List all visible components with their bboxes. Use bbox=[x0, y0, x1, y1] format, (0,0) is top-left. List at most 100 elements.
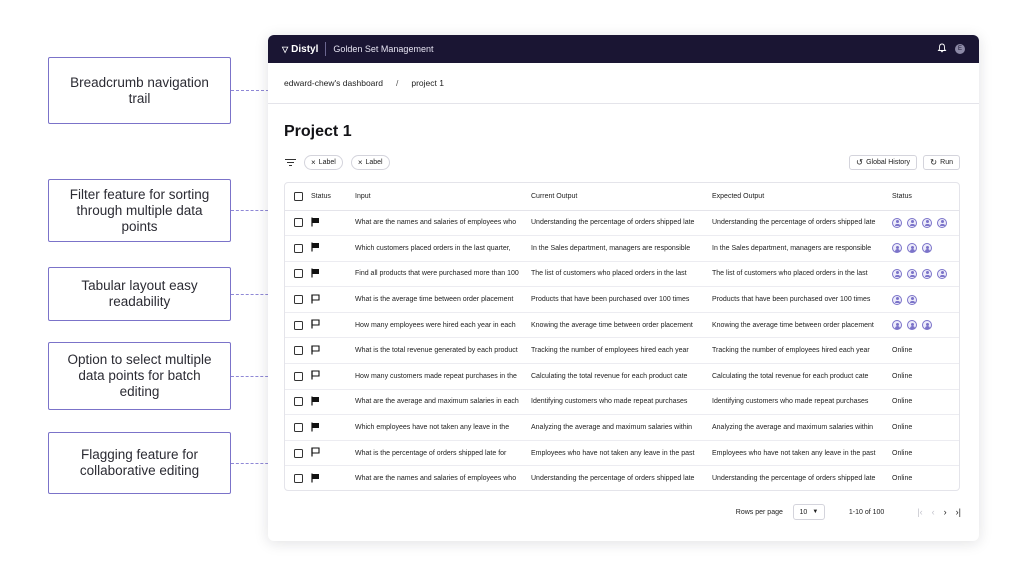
flag-outline-icon[interactable] bbox=[311, 345, 320, 355]
table-row[interactable]: What are the names and salaries of emplo… bbox=[285, 210, 959, 237]
current-output-cell: Understanding the percentage of orders s… bbox=[531, 210, 712, 237]
table-row[interactable]: What is the percentage of orders shipped… bbox=[285, 440, 959, 467]
flag-filled-icon[interactable] bbox=[311, 473, 320, 483]
row-checkbox[interactable] bbox=[294, 243, 303, 253]
flag-outline-icon[interactable] bbox=[311, 294, 320, 304]
run-button[interactable]: ↻ Run bbox=[923, 155, 960, 170]
row-checkbox[interactable] bbox=[294, 320, 303, 330]
expected-output-cell: The list of customers who placed orders … bbox=[712, 261, 892, 288]
select-all-checkbox[interactable] bbox=[294, 191, 303, 201]
filter-chip[interactable]: × Label bbox=[304, 155, 343, 170]
table-row[interactable]: What are the average and maximum salarie… bbox=[285, 389, 959, 416]
row-checkbox[interactable] bbox=[294, 218, 303, 228]
first-page-icon[interactable]: |‹ bbox=[917, 507, 922, 517]
status-cell: Online bbox=[892, 389, 959, 416]
reviewer-avatar-icon[interactable] bbox=[922, 268, 932, 279]
row-checkbox[interactable] bbox=[294, 423, 303, 433]
reviewer-avatar-icon[interactable] bbox=[922, 243, 932, 254]
prev-page-icon[interactable]: ‹ bbox=[932, 507, 935, 517]
page-title: Project 1 bbox=[284, 123, 352, 140]
table-row[interactable]: What are the names and salaries of emplo… bbox=[285, 466, 959, 490]
column-header-input[interactable]: Input bbox=[355, 183, 531, 211]
flag-filled-icon[interactable] bbox=[311, 422, 320, 432]
table-row[interactable]: How many employees were hired each year … bbox=[285, 312, 959, 339]
row-checkbox[interactable] bbox=[294, 448, 303, 458]
input-cell: Which customers placed orders in the las… bbox=[355, 235, 531, 262]
expected-output-cell: Calculating the total revenue for each p… bbox=[712, 363, 892, 390]
row-checkbox[interactable] bbox=[294, 397, 303, 407]
reviewer-avatar-icon[interactable] bbox=[892, 294, 902, 305]
column-header-expected-output[interactable]: Expected Output bbox=[712, 183, 892, 211]
input-cell: What is the percentage of orders shipped… bbox=[355, 440, 531, 467]
reviewer-avatar-icon[interactable] bbox=[907, 320, 917, 331]
breadcrumb-current[interactable]: project 1 bbox=[411, 78, 444, 88]
table-row[interactable]: Find all products that were purchased mo… bbox=[285, 261, 959, 288]
reviewer-avatar-icon[interactable] bbox=[937, 268, 947, 279]
reviewer-avatar-icon[interactable] bbox=[907, 268, 917, 279]
breadcrumb-dashboard-link[interactable]: edward-chew's dashboard bbox=[284, 78, 383, 88]
flag-filled-icon[interactable] bbox=[311, 268, 320, 278]
row-checkbox[interactable] bbox=[294, 346, 303, 356]
table-row[interactable]: How many customers made repeat purchases… bbox=[285, 363, 959, 390]
row-checkbox[interactable] bbox=[294, 269, 303, 279]
reviewer-avatar-icon[interactable] bbox=[892, 268, 902, 279]
flag-outline-icon[interactable] bbox=[311, 319, 320, 329]
status-cell bbox=[892, 261, 959, 288]
current-output-cell: Calculating the total revenue for each p… bbox=[531, 363, 712, 390]
flag-filled-icon[interactable] bbox=[311, 217, 320, 227]
flag-outline-icon[interactable] bbox=[311, 447, 320, 457]
row-checkbox[interactable] bbox=[294, 474, 303, 484]
global-history-button[interactable]: ↺ Global History bbox=[848, 155, 918, 170]
table-row[interactable]: Which employees have not taken any leave… bbox=[285, 414, 959, 441]
reviewer-avatar-icon[interactable] bbox=[922, 320, 932, 331]
reviewer-avatar-icon[interactable] bbox=[907, 217, 917, 228]
expected-output-cell: Understanding the percentage of orders s… bbox=[712, 210, 892, 237]
current-output-cell: Products that have been purchased over 1… bbox=[531, 286, 712, 313]
callout-filter: Filter feature for sorting through multi… bbox=[48, 179, 231, 242]
current-output-cell: The list of customers who placed orders … bbox=[531, 261, 712, 288]
current-output-cell: Employees who have not taken any leave i… bbox=[531, 440, 712, 467]
row-checkbox[interactable] bbox=[294, 371, 303, 381]
reviewer-avatar-icon[interactable] bbox=[892, 243, 902, 254]
flag-filled-icon[interactable] bbox=[311, 396, 320, 406]
current-output-cell: Understanding the percentage of orders s… bbox=[531, 475, 695, 483]
reviewer-avatar-icon[interactable] bbox=[892, 217, 902, 228]
input-cell: How many employees were hired each year … bbox=[355, 312, 531, 339]
status-text: Online bbox=[892, 449, 913, 457]
flag-outline-icon[interactable] bbox=[311, 370, 320, 380]
bell-icon[interactable] bbox=[937, 43, 947, 56]
column-header-status[interactable]: Status bbox=[311, 183, 355, 211]
filter-chip[interactable]: × Label bbox=[350, 155, 390, 170]
close-icon[interactable]: × bbox=[358, 158, 363, 167]
expected-output-cell: In the Sales department, managers are re… bbox=[712, 235, 892, 262]
column-header-status-2[interactable]: Status bbox=[892, 183, 959, 211]
filter-icon[interactable] bbox=[284, 158, 296, 167]
row-checkbox[interactable] bbox=[294, 295, 303, 305]
status-cell bbox=[892, 286, 959, 313]
reviewer-avatar-icon[interactable] bbox=[907, 243, 917, 254]
reviewer-avatar-icon[interactable] bbox=[907, 294, 917, 305]
status-cell bbox=[892, 210, 959, 237]
user-avatar[interactable]: E bbox=[955, 44, 965, 54]
current-output-cell: Tracking the number of employees hired e… bbox=[531, 337, 712, 365]
reviewer-avatar-icon[interactable] bbox=[892, 320, 902, 331]
column-header-current-output[interactable]: Current Output bbox=[531, 183, 712, 211]
status-text: Online bbox=[892, 475, 913, 483]
callout-flagging: Flagging feature for collaborative editi… bbox=[48, 432, 231, 494]
brand-logo[interactable]: ▽ Distyl bbox=[282, 44, 318, 55]
input-cell: What is the average time between order p… bbox=[355, 286, 531, 313]
table-row[interactable]: Which customers placed orders in the las… bbox=[285, 235, 959, 262]
flag-filled-icon[interactable] bbox=[311, 242, 320, 252]
close-icon[interactable]: × bbox=[311, 158, 316, 167]
reviewer-avatar-icon[interactable] bbox=[937, 217, 947, 228]
input-cell: How many customers made repeat purchases… bbox=[355, 363, 531, 390]
expected-output-cell: Identifying customers who made repeat pu… bbox=[712, 389, 892, 416]
table-row[interactable]: What is the average time between order p… bbox=[285, 286, 959, 313]
status-text: Online bbox=[892, 347, 913, 355]
reviewer-avatar-icon[interactable] bbox=[922, 217, 932, 228]
next-page-icon[interactable]: › bbox=[944, 507, 947, 517]
last-page-icon[interactable]: ›| bbox=[956, 507, 961, 517]
rows-per-page-select[interactable]: 10 ▼ bbox=[792, 504, 825, 520]
input-cell: What are the names and salaries of emplo… bbox=[355, 475, 517, 483]
table-row[interactable]: What is the total revenue generated by e… bbox=[285, 337, 959, 365]
